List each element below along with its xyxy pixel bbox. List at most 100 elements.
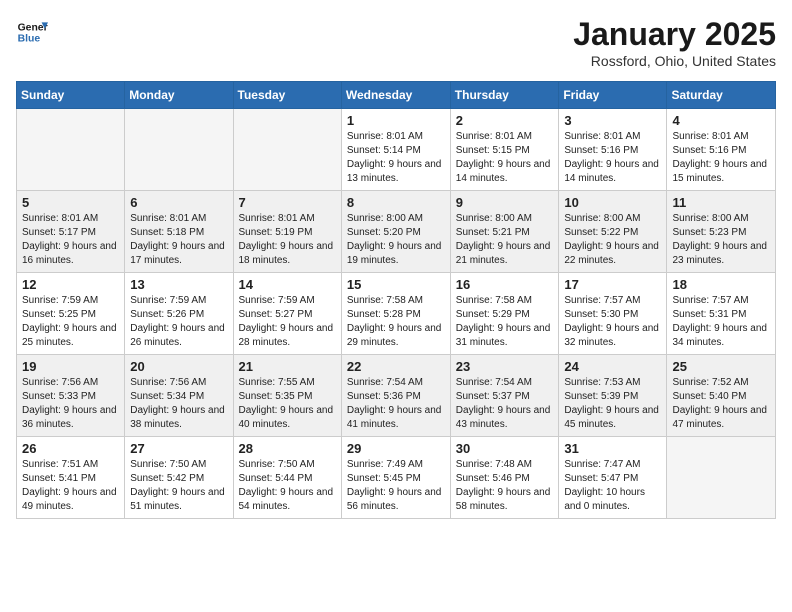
day-number: 15 xyxy=(347,277,445,292)
calendar-day-cell: 30Sunrise: 7:48 AM Sunset: 5:46 PM Dayli… xyxy=(450,437,559,519)
day-number: 30 xyxy=(456,441,554,456)
day-number: 12 xyxy=(22,277,119,292)
logo-icon: General Blue xyxy=(16,16,48,48)
day-detail: Sunrise: 8:01 AM Sunset: 5:16 PM Dayligh… xyxy=(672,130,770,186)
calendar-day-cell: 25 Sunrise: 7:52 AM Sunset: 5:40 PM Dayli… xyxy=(667,355,776,437)
calendar-day-cell xyxy=(233,109,341,191)
day-detail: Sunrise: 7:59 AM Sunset: 5:25 PM Dayligh… xyxy=(22,294,119,350)
calendar-day-cell: 28Sunrise: 7:50 AM Sunset: 5:44 PM Dayli… xyxy=(233,437,341,519)
day-detail: Sunrise: 7:59 AM Sunset: 5:26 PM Dayligh… xyxy=(130,294,227,350)
day-detail: Sunrise: 8:01 AM Sunset: 5:14 PM Dayligh… xyxy=(347,130,445,186)
calendar-day-cell: 24 Sunrise: 7:53 AM Sunset: 5:39 PM Dayli… xyxy=(559,355,667,437)
calendar-week-row: 19Sunrise: 7:56 AM Sunset: 5:33 PM Dayli… xyxy=(17,355,776,437)
page-header: General Blue January 2025 Rossford, Ohio… xyxy=(16,16,776,69)
title-block: January 2025 Rossford, Ohio, United Stat… xyxy=(573,16,776,69)
calendar-day-cell: 17 Sunrise: 7:57 AM Sunset: 5:30 PM Dayli… xyxy=(559,273,667,355)
day-number: 5 xyxy=(22,195,119,210)
day-detail: Sunrise: 8:01 AM Sunset: 5:19 PM Dayligh… xyxy=(239,212,336,268)
day-detail: Sunrise: 7:54 AM Sunset: 5:37 PM Dayligh… xyxy=(456,376,554,432)
calendar-day-cell: 1Sunrise: 8:01 AM Sunset: 5:14 PM Daylig… xyxy=(341,109,450,191)
day-number: 26 xyxy=(22,441,119,456)
day-number: 29 xyxy=(347,441,445,456)
day-number: 13 xyxy=(130,277,227,292)
day-detail: Sunrise: 7:50 AM Sunset: 5:42 PM Dayligh… xyxy=(130,458,227,514)
calendar-subtitle: Rossford, Ohio, United States xyxy=(573,53,776,69)
day-detail: Sunrise: 8:00 AM Sunset: 5:22 PM Dayligh… xyxy=(564,212,661,268)
day-detail: Sunrise: 7:50 AM Sunset: 5:44 PM Dayligh… xyxy=(239,458,336,514)
calendar-day-cell: 11 Sunrise: 8:00 AM Sunset: 5:23 PM Dayli… xyxy=(667,191,776,273)
calendar-day-cell: 13 Sunrise: 7:59 AM Sunset: 5:26 PM Dayli… xyxy=(125,273,233,355)
day-number: 25 xyxy=(672,359,770,374)
day-detail: Sunrise: 8:00 AM Sunset: 5:23 PM Dayligh… xyxy=(672,212,770,268)
day-detail: Sunrise: 8:00 AM Sunset: 5:20 PM Dayligh… xyxy=(347,212,445,268)
calendar-day-cell: 6 Sunrise: 8:01 AM Sunset: 5:18 PM Daylig… xyxy=(125,191,233,273)
calendar-week-row: 1Sunrise: 8:01 AM Sunset: 5:14 PM Daylig… xyxy=(17,109,776,191)
day-detail: Sunrise: 7:57 AM Sunset: 5:30 PM Dayligh… xyxy=(564,294,661,350)
day-number: 18 xyxy=(672,277,770,292)
weekday-header-tuesday: Tuesday xyxy=(233,82,341,109)
day-detail: Sunrise: 8:01 AM Sunset: 5:17 PM Dayligh… xyxy=(22,212,119,268)
calendar-day-cell: 29 Sunrise: 7:49 AM Sunset: 5:45 PM Dayli… xyxy=(341,437,450,519)
day-detail: Sunrise: 7:57 AM Sunset: 5:31 PM Dayligh… xyxy=(672,294,770,350)
calendar-day-cell: 8 Sunrise: 8:00 AM Sunset: 5:20 PM Daylig… xyxy=(341,191,450,273)
day-number: 6 xyxy=(130,195,227,210)
day-number: 7 xyxy=(239,195,336,210)
calendar-day-cell: 23 Sunrise: 7:54 AM Sunset: 5:37 PM Dayli… xyxy=(450,355,559,437)
calendar-day-cell: 27 Sunrise: 7:50 AM Sunset: 5:42 PM Dayli… xyxy=(125,437,233,519)
day-number: 31 xyxy=(564,441,661,456)
day-number: 9 xyxy=(456,195,554,210)
day-number: 16 xyxy=(456,277,554,292)
calendar-day-cell: 20Sunrise: 7:56 AM Sunset: 5:34 PM Dayli… xyxy=(125,355,233,437)
day-detail: Sunrise: 8:00 AM Sunset: 5:21 PM Dayligh… xyxy=(456,212,554,268)
weekday-header-thursday: Thursday xyxy=(450,82,559,109)
day-detail: Sunrise: 7:53 AM Sunset: 5:39 PM Dayligh… xyxy=(564,376,661,432)
day-detail: Sunrise: 7:56 AM Sunset: 5:34 PM Dayligh… xyxy=(130,376,227,432)
day-detail: Sunrise: 7:54 AM Sunset: 5:36 PM Dayligh… xyxy=(347,376,445,432)
day-number: 10 xyxy=(564,195,661,210)
day-detail: Sunrise: 7:59 AM Sunset: 5:27 PM Dayligh… xyxy=(239,294,336,350)
day-detail: Sunrise: 7:47 AM Sunset: 5:47 PM Dayligh… xyxy=(564,458,661,514)
calendar-week-row: 12 Sunrise: 7:59 AM Sunset: 5:25 PM Dayli… xyxy=(17,273,776,355)
calendar-day-cell: 3Sunrise: 8:01 AM Sunset: 5:16 PM Daylig… xyxy=(559,109,667,191)
svg-text:Blue: Blue xyxy=(18,34,41,45)
calendar-week-row: 26 Sunrise: 7:51 AM Sunset: 5:41 PM Dayli… xyxy=(17,437,776,519)
weekday-header-monday: Monday xyxy=(125,82,233,109)
weekday-header-wednesday: Wednesday xyxy=(341,82,450,109)
weekday-header-row: SundayMondayTuesdayWednesdayThursdayFrid… xyxy=(17,82,776,109)
day-number: 23 xyxy=(456,359,554,374)
calendar-day-cell: 5 Sunrise: 8:01 AM Sunset: 5:17 PM Daylig… xyxy=(17,191,125,273)
calendar-day-cell: 31 Sunrise: 7:47 AM Sunset: 5:47 PM Dayli… xyxy=(559,437,667,519)
day-detail: Sunrise: 7:52 AM Sunset: 5:40 PM Dayligh… xyxy=(672,376,770,432)
calendar-day-cell: 15 Sunrise: 7:58 AM Sunset: 5:28 PM Dayli… xyxy=(341,273,450,355)
calendar-day-cell: 12 Sunrise: 7:59 AM Sunset: 5:25 PM Dayli… xyxy=(17,273,125,355)
day-number: 17 xyxy=(564,277,661,292)
day-number: 11 xyxy=(672,195,770,210)
day-number: 27 xyxy=(130,441,227,456)
day-detail: Sunrise: 8:01 AM Sunset: 5:15 PM Dayligh… xyxy=(456,130,554,186)
day-number: 4 xyxy=(672,113,770,128)
calendar-day-cell: 2 Sunrise: 8:01 AM Sunset: 5:15 PM Daylig… xyxy=(450,109,559,191)
calendar-day-cell xyxy=(125,109,233,191)
calendar-day-cell: 16Sunrise: 7:58 AM Sunset: 5:29 PM Dayli… xyxy=(450,273,559,355)
calendar-day-cell: 21Sunrise: 7:55 AM Sunset: 5:35 PM Dayli… xyxy=(233,355,341,437)
calendar-day-cell: 10 Sunrise: 8:00 AM Sunset: 5:22 PM Dayli… xyxy=(559,191,667,273)
day-number: 8 xyxy=(347,195,445,210)
calendar-day-cell: 9 Sunrise: 8:00 AM Sunset: 5:21 PM Daylig… xyxy=(450,191,559,273)
day-number: 2 xyxy=(456,113,554,128)
calendar-day-cell: 4 Sunrise: 8:01 AM Sunset: 5:16 PM Daylig… xyxy=(667,109,776,191)
calendar-table: SundayMondayTuesdayWednesdayThursdayFrid… xyxy=(16,81,776,519)
calendar-day-cell: 19Sunrise: 7:56 AM Sunset: 5:33 PM Dayli… xyxy=(17,355,125,437)
day-detail: Sunrise: 7:51 AM Sunset: 5:41 PM Dayligh… xyxy=(22,458,119,514)
day-detail: Sunrise: 8:01 AM Sunset: 5:18 PM Dayligh… xyxy=(130,212,227,268)
day-detail: Sunrise: 7:58 AM Sunset: 5:28 PM Dayligh… xyxy=(347,294,445,350)
day-number: 14 xyxy=(239,277,336,292)
calendar-day-cell: 26 Sunrise: 7:51 AM Sunset: 5:41 PM Dayli… xyxy=(17,437,125,519)
calendar-day-cell xyxy=(17,109,125,191)
weekday-header-sunday: Sunday xyxy=(17,82,125,109)
calendar-day-cell: 22Sunrise: 7:54 AM Sunset: 5:36 PM Dayli… xyxy=(341,355,450,437)
day-detail: Sunrise: 7:49 AM Sunset: 5:45 PM Dayligh… xyxy=(347,458,445,514)
day-detail: Sunrise: 7:56 AM Sunset: 5:33 PM Dayligh… xyxy=(22,376,119,432)
calendar-title: January 2025 xyxy=(573,16,776,53)
day-number: 24 xyxy=(564,359,661,374)
day-number: 21 xyxy=(239,359,336,374)
